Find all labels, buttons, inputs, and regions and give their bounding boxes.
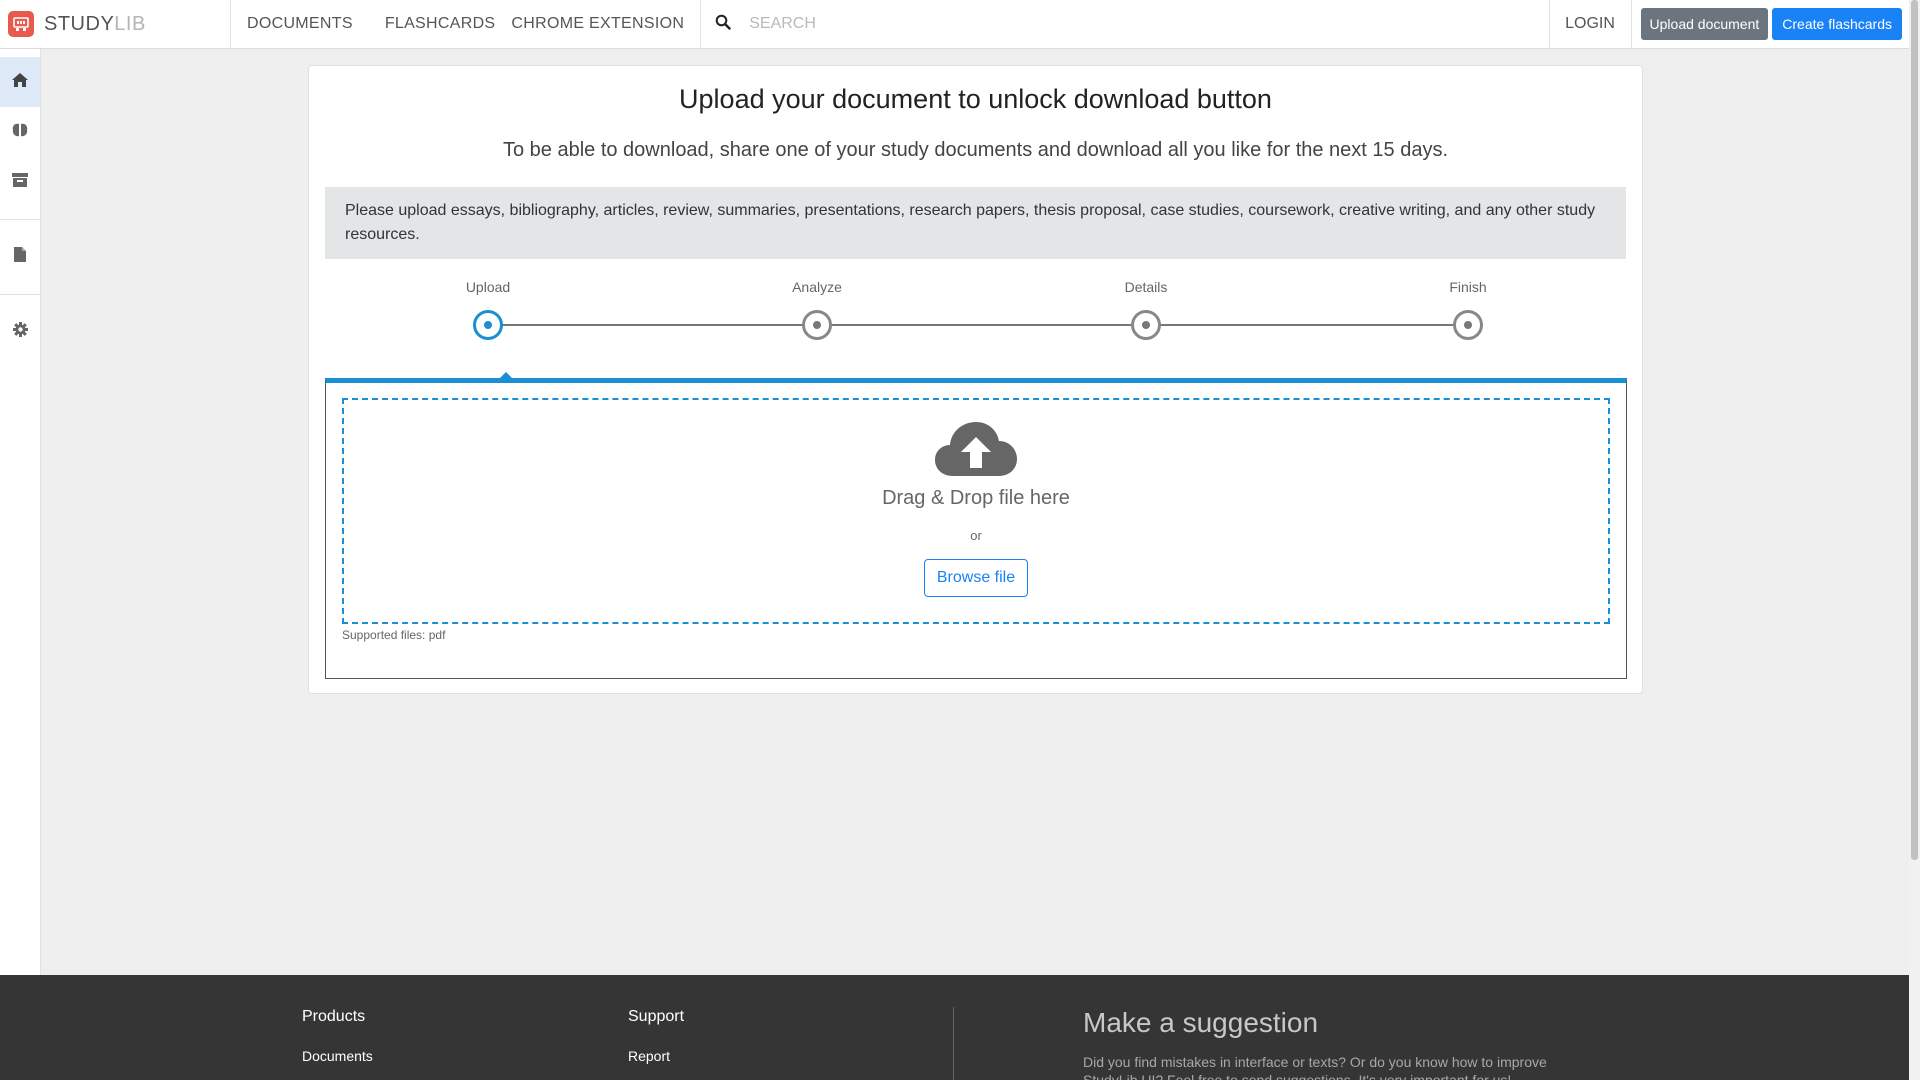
step-dot-finish: [1453, 310, 1483, 340]
sidebar-divider: [0, 219, 40, 220]
active-step-caret: [500, 372, 512, 378]
document-icon: [13, 246, 27, 268]
footer-support: Support Report: [628, 1008, 684, 1064]
file-dropzone[interactable]: Drag & Drop file here or Browse file: [342, 398, 1610, 624]
sidebar-item-settings[interactable]: [0, 307, 40, 357]
footer-support-heading: Support: [628, 1008, 685, 1025]
sidebar-item-documents[interactable]: [0, 232, 40, 282]
footer-divider: [953, 1007, 954, 1080]
footer-products-heading: Products: [302, 1008, 366, 1025]
sidebar-item-archive[interactable]: [0, 157, 40, 207]
upload-notice: Please upload essays, bibliography, arti…: [325, 187, 1626, 259]
step-label-details: Details: [1124, 279, 1168, 295]
sidebar-item-home[interactable]: [0, 57, 40, 107]
sidebar-item-flashcards[interactable]: [0, 107, 40, 157]
search-icon[interactable]: [715, 14, 731, 35]
suggestion-heading: Make a suggestion: [1083, 1007, 1319, 1038]
step-dot-details: [1131, 310, 1161, 340]
step-dot-upload: [473, 310, 503, 340]
upload-document-button[interactable]: Upload document: [1640, 8, 1769, 40]
footer: Products Documents Support Report Make a…: [0, 975, 1909, 1080]
brain-icon: [11, 122, 29, 143]
brand-name-primary: STUDY: [44, 12, 115, 35]
top-navbar: STUDYLIB DOCUMENTS FLASHCARDS CHROME EXT…: [0, 0, 1909, 49]
left-sidebar: [0, 49, 41, 975]
login-link[interactable]: LOGIN: [1550, 0, 1632, 48]
step-label-analyze: Analyze: [792, 279, 842, 295]
main-nav: DOCUMENTS FLASHCARDS CHROME EXTENSION: [231, 0, 702, 48]
page-subtitle: To be able to download, share one of you…: [502, 139, 1449, 161]
search-bar: [701, 0, 1550, 48]
dropzone-or: or: [970, 528, 982, 543]
search-input[interactable]: [749, 15, 1450, 33]
upload-panel: Drag & Drop file here or Browse file Sup…: [325, 372, 1627, 679]
browse-file-button[interactable]: Browse file: [923, 559, 1029, 597]
brand-name-secondary: LIB: [114, 12, 146, 35]
page-title: Upload your document to unlock download …: [679, 84, 1272, 114]
upload-steps: Upload Analyze Details Finish: [325, 259, 1626, 369]
suggestion-text: Did you find mistakes in interface or te…: [1083, 1054, 1547, 1080]
studylib-logo-icon: [8, 11, 34, 37]
home-icon: [11, 72, 29, 93]
sidebar-divider: [0, 294, 40, 295]
steps-connector-line: [488, 324, 1473, 326]
nav-documents[interactable]: DOCUMENTS: [247, 15, 353, 33]
nav-chrome-extension[interactable]: CHROME EXTENSION: [511, 15, 684, 33]
archive-icon: [11, 172, 29, 193]
dropzone-title: Drag & Drop file here: [882, 487, 1070, 509]
cloud-upload-icon: [344, 420, 1608, 483]
step-dot-analyze: [802, 310, 832, 340]
footer-products: Products Documents: [302, 1008, 373, 1064]
footer-suggestion: Make a suggestion Did you find mistakes …: [1083, 1007, 1603, 1080]
step-label-finish: Finish: [1449, 279, 1487, 295]
footer-link-documents[interactable]: Documents: [302, 1048, 373, 1064]
upload-card: Upload your document to unlock download …: [308, 65, 1643, 694]
footer-link-report[interactable]: Report: [628, 1048, 684, 1064]
supported-files-note: Supported files: pdf: [342, 628, 446, 642]
brand-name: STUDYLIB: [44, 13, 146, 36]
step-label-upload: Upload: [465, 279, 511, 295]
scrollbar-thumb[interactable]: [1911, 0, 1918, 860]
header-actions: Upload document Create flashcards: [1632, 0, 1909, 48]
create-flashcards-button[interactable]: Create flashcards: [1772, 8, 1902, 40]
brand[interactable]: STUDYLIB: [0, 0, 231, 48]
gear-icon: [12, 321, 29, 343]
vertical-scrollbar[interactable]: [1909, 0, 1920, 1080]
nav-flashcards[interactable]: FLASHCARDS: [385, 15, 496, 33]
